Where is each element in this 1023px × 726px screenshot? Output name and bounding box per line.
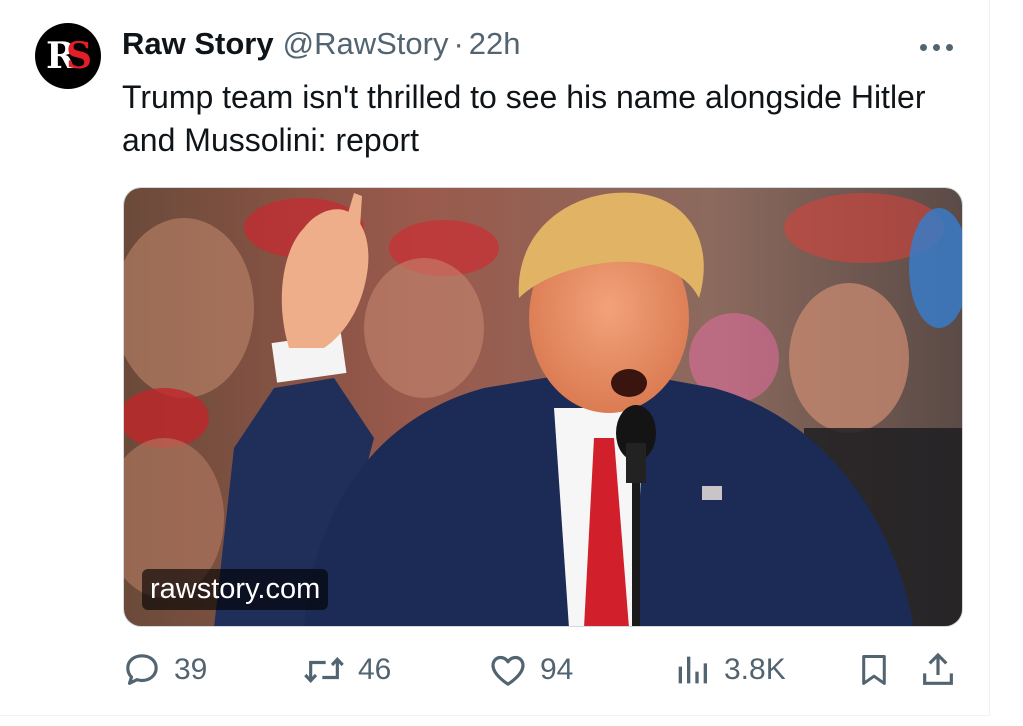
views-button[interactable]: 3.8K (672, 650, 786, 690)
tweet-media[interactable]: rawstory.com (123, 187, 963, 627)
avatar[interactable]: RS (35, 23, 101, 89)
display-name[interactable]: Raw Story (122, 26, 274, 62)
user-handle[interactable]: @RawStory (283, 26, 449, 62)
tweet-header: Raw Story @RawStory · 22h (122, 26, 521, 66)
share-icon (923, 652, 953, 685)
retweet-count: 46 (358, 653, 392, 686)
reply-icon (126, 654, 158, 685)
separator-dot: · (453, 26, 464, 61)
retweet-icon (304, 657, 344, 683)
share-button[interactable] (918, 650, 958, 690)
like-button[interactable]: 94 (488, 650, 573, 690)
reply-count: 39 (174, 653, 208, 686)
more-icon[interactable] (920, 40, 964, 54)
reply-button[interactable]: 39 (122, 650, 207, 690)
views-icon (678, 656, 707, 684)
tweet-text: Trump team isn't thrilled to see his nam… (122, 79, 926, 158)
like-icon (491, 655, 525, 686)
timestamp[interactable]: 22h (469, 26, 521, 62)
media-photo (124, 188, 962, 626)
action-bar: 39 46 94 3.8K (0, 648, 990, 698)
link-domain-label[interactable]: rawstory.com (142, 569, 329, 610)
bookmark-icon (862, 655, 886, 685)
tweet-card[interactable]: RS Raw Story @RawStory · 22h Trump team … (0, 0, 990, 716)
like-count: 94 (540, 653, 574, 686)
views-count: 3.8K (724, 653, 786, 686)
bookmark-button[interactable] (855, 650, 893, 690)
avatar-logo: RS (46, 35, 92, 77)
retweet-button[interactable]: 46 (302, 650, 391, 690)
